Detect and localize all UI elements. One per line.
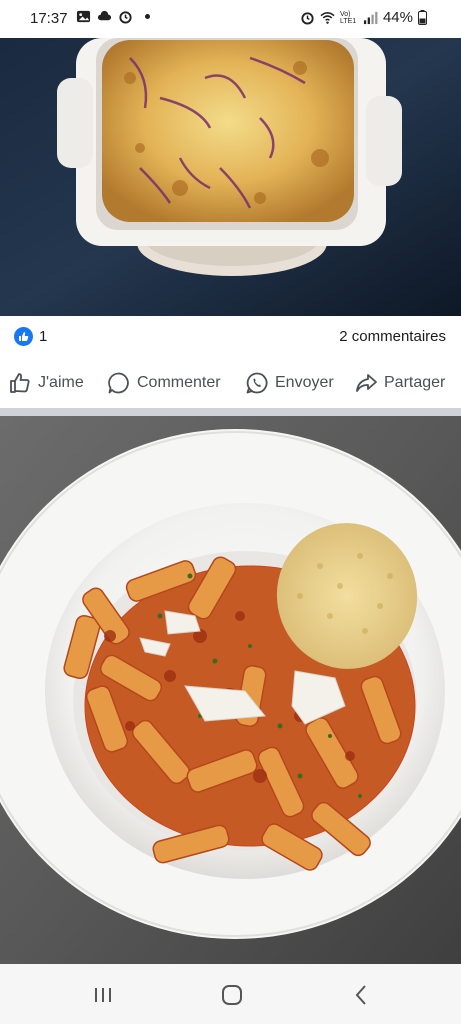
status-bar: 17:37 Vo) LTE1 44% [0,0,461,38]
share-button[interactable]: Partager [354,363,445,403]
like-count[interactable]: 1 [39,328,47,345]
send-button[interactable]: Envoyer [245,363,334,403]
like-button[interactable]: J'aime [8,363,84,403]
share-label: Partager [384,374,446,391]
network-label: Vo) LTE1 [339,10,357,25]
send-label: Envoyer [275,374,334,391]
dot-icon [145,14,150,19]
post-photo-pasta[interactable] [0,416,461,964]
recent-apps-icon[interactable] [88,980,118,1010]
cloud-icon [97,10,112,21]
whatsapp-icon [246,372,268,394]
post-photo-gratin[interactable] [0,38,461,316]
wifi-icon [320,12,335,24]
comment-icon [108,372,129,394]
post-actions: J'aime Commenter Envoyer Partager [0,363,461,403]
status-time: 17:37 [30,10,68,27]
post-divider [0,408,461,416]
like-reaction-icon[interactable] [14,327,33,346]
like-label: J'aime [38,374,84,391]
like-icon [10,373,30,393]
alarm-icon [119,11,132,24]
pasta-image [0,416,461,964]
share-icon [356,374,377,392]
comment-button[interactable]: Commenter [107,363,221,403]
signal-icon [363,11,378,25]
gallery-icon [76,10,91,23]
battery-percent: 44% [382,9,413,26]
alarm-icon [301,12,314,25]
back-icon[interactable] [346,980,376,1010]
status-left-icons [76,9,150,24]
home-icon[interactable] [217,980,247,1010]
comment-label: Commenter [137,374,221,391]
battery-icon [418,10,427,25]
reactions-row: 1 2 commentaires [0,318,461,354]
status-right-icons: Vo) LTE1 44% [300,9,427,26]
comments-count[interactable]: 2 commentaires [339,328,446,345]
gratin-image [0,38,461,316]
system-nav-bar [0,964,461,1024]
